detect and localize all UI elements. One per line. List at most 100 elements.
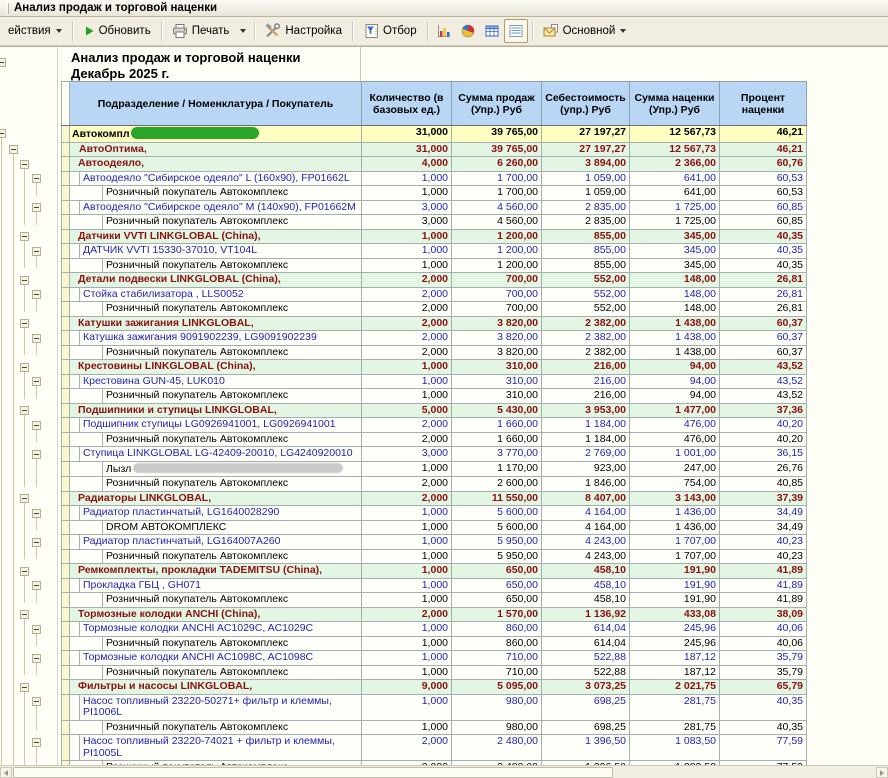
row-label-cell[interactable]: ДАТЧИК VVTI 15330-37010, VT104L	[70, 244, 362, 259]
cell-markup-percent[interactable]: 40,06	[720, 622, 807, 637]
tree-collapse-button[interactable]	[32, 450, 41, 459]
cell-sales-sum[interactable]: 5 950,00	[452, 549, 542, 564]
row-label-cell[interactable]: DROM АВТОКОМПЛЕКС	[70, 520, 362, 535]
report-row[interactable]: Радиатор пластинчатый, LG16400282901,000…	[62, 506, 807, 521]
cell-markup-percent[interactable]: 37,39	[720, 491, 807, 506]
tree-collapse-button[interactable]	[20, 406, 29, 415]
filter-button[interactable]: Отбор	[357, 19, 423, 43]
cell-quantity[interactable]: 2,000	[362, 735, 452, 761]
cell-quantity[interactable]: 1,000	[362, 360, 452, 375]
row-label-cell[interactable]: Фильтры и насосы LINKGLOBAL,	[70, 680, 362, 695]
cell-quantity[interactable]: 2,000	[362, 331, 452, 346]
cell-markup-percent[interactable]: 41,89	[720, 578, 807, 593]
cell-markup-percent[interactable]: 34,49	[720, 506, 807, 521]
cell-cost[interactable]: 1 059,00	[542, 171, 630, 186]
cell-markup-percent[interactable]: 60,37	[720, 331, 807, 346]
cell-sales-sum[interactable]: 6 260,00	[452, 157, 542, 172]
row-stub-cell[interactable]	[62, 735, 70, 761]
cell-quantity[interactable]: 1,000	[362, 520, 452, 535]
cell-sales-sum[interactable]: 310,00	[452, 374, 542, 389]
cell-markup-sum[interactable]: 148,00	[630, 287, 720, 302]
cell-sales-sum[interactable]: 700,00	[452, 287, 542, 302]
row-stub-cell[interactable]	[62, 302, 70, 317]
refresh-button[interactable]: Обновить	[77, 21, 157, 41]
report-row[interactable]: Подшипник ступицы LG0926941001, LG092694…	[62, 418, 807, 433]
tree-collapse-button[interactable]	[32, 377, 41, 386]
report-row[interactable]: Крестовина GUN-45, LUK0101,000310,00216,…	[62, 374, 807, 389]
cell-cost[interactable]: 522,88	[542, 665, 630, 680]
cell-quantity[interactable]: 3,000	[362, 215, 452, 230]
cell-markup-percent[interactable]: 43,52	[720, 360, 807, 375]
cell-quantity[interactable]: 1,000	[362, 720, 452, 735]
row-label-cell[interactable]: Тормозные колодки ANCHI (China),	[70, 607, 362, 622]
cell-sales-sum[interactable]: 1 660,00	[452, 418, 542, 433]
cell-cost[interactable]: 1 846,00	[542, 477, 630, 492]
row-stub-cell[interactable]	[62, 345, 70, 360]
row-stub-cell[interactable]	[62, 126, 70, 143]
report-row[interactable]: Розничный покупатель Автокомплекс2,00070…	[62, 302, 807, 317]
row-stub-cell[interactable]	[62, 273, 70, 288]
cell-cost[interactable]: 2 769,00	[542, 447, 630, 462]
cell-markup-sum[interactable]: 191,90	[630, 593, 720, 608]
row-label-cell[interactable]: Розничный покупатель Автокомплекс	[70, 345, 362, 360]
cell-quantity[interactable]: 1,000	[362, 229, 452, 244]
cell-markup-sum[interactable]: 12 567,73	[630, 142, 720, 157]
cell-cost[interactable]: 698,25	[542, 694, 630, 720]
cell-sales-sum[interactable]: 11 550,00	[452, 491, 542, 506]
cell-markup-sum[interactable]: 94,00	[630, 374, 720, 389]
cell-markup-percent[interactable]: 65,79	[720, 680, 807, 695]
cell-cost[interactable]: 458,10	[542, 564, 630, 579]
row-stub-cell[interactable]	[62, 636, 70, 651]
row-stub-cell[interactable]	[62, 186, 70, 201]
cell-markup-percent[interactable]: 37,36	[720, 403, 807, 418]
row-label-cell[interactable]: Радиатор пластинчатый, LG164007A260	[70, 535, 362, 550]
tree-collapse-button[interactable]	[32, 538, 41, 547]
row-stub-cell[interactable]	[62, 157, 70, 172]
cell-sales-sum[interactable]: 1 200,00	[452, 229, 542, 244]
report-row[interactable]: Розничный покупатель Автокомплекс2,0003 …	[62, 345, 807, 360]
cell-cost[interactable]: 1 184,00	[542, 432, 630, 447]
row-stub-cell[interactable]	[62, 461, 70, 477]
row-stub-cell[interactable]	[62, 447, 70, 462]
report-row[interactable]: Стойка стабилизатора , LLS00522,000700,0…	[62, 287, 807, 302]
cell-sales-sum[interactable]: 1 700,00	[452, 171, 542, 186]
row-stub-cell[interactable]	[62, 607, 70, 622]
tree-collapse-button[interactable]	[20, 363, 29, 372]
tree-collapse-button[interactable]	[32, 334, 41, 343]
cell-cost[interactable]: 1 396,50	[542, 735, 630, 761]
cell-markup-percent[interactable]: 36,15	[720, 447, 807, 462]
cell-sales-sum[interactable]: 650,00	[452, 564, 542, 579]
cell-cost[interactable]: 855,00	[542, 258, 630, 273]
cell-quantity[interactable]: 1,000	[362, 535, 452, 550]
cell-quantity[interactable]: 2,000	[362, 432, 452, 447]
report-variant-button[interactable]: Основной	[537, 19, 633, 43]
row-label-cell[interactable]: Автоодеяло "Сибирское одеяло" M (140x90)…	[70, 200, 362, 215]
row-label-cell[interactable]: Катушки зажигания LINKGLOBAL,	[70, 316, 362, 331]
cell-quantity[interactable]: 4,000	[362, 157, 452, 172]
cell-quantity[interactable]: 2,000	[362, 418, 452, 433]
row-stub-cell[interactable]	[62, 622, 70, 637]
cell-cost[interactable]: 552,00	[542, 302, 630, 317]
cell-cost[interactable]: 458,10	[542, 593, 630, 608]
cell-markup-sum[interactable]: 281,75	[630, 694, 720, 720]
cell-markup-percent[interactable]: 40,35	[720, 694, 807, 720]
cell-markup-sum[interactable]: 281,75	[630, 720, 720, 735]
cell-markup-percent[interactable]: 60,37	[720, 316, 807, 331]
cell-cost[interactable]: 2 835,00	[542, 200, 630, 215]
column-header[interactable]: Сумма продаж (Упр.) Руб	[452, 82, 542, 126]
cell-markup-percent[interactable]: 60,53	[720, 186, 807, 201]
cell-markup-sum[interactable]: 1 707,00	[630, 535, 720, 550]
scroll-right-button[interactable]	[876, 767, 888, 778]
row-label-cell[interactable]: Датчики VVTI LINKGLOBAL (China),	[70, 229, 362, 244]
row-stub-cell[interactable]	[62, 258, 70, 273]
row-stub-cell[interactable]	[62, 665, 70, 680]
row-label-cell[interactable]: Крестовина GUN-45, LUK010	[70, 374, 362, 389]
cell-sales-sum[interactable]: 3 770,00	[452, 447, 542, 462]
cell-cost[interactable]: 2 382,00	[542, 316, 630, 331]
row-stub-cell[interactable]	[62, 432, 70, 447]
cell-quantity[interactable]: 2,000	[362, 607, 452, 622]
cell-sales-sum[interactable]: 5 600,00	[452, 520, 542, 535]
row-stub-cell[interactable]	[62, 720, 70, 735]
cell-markup-percent[interactable]: 40,23	[720, 535, 807, 550]
cell-cost[interactable]: 8 407,00	[542, 491, 630, 506]
